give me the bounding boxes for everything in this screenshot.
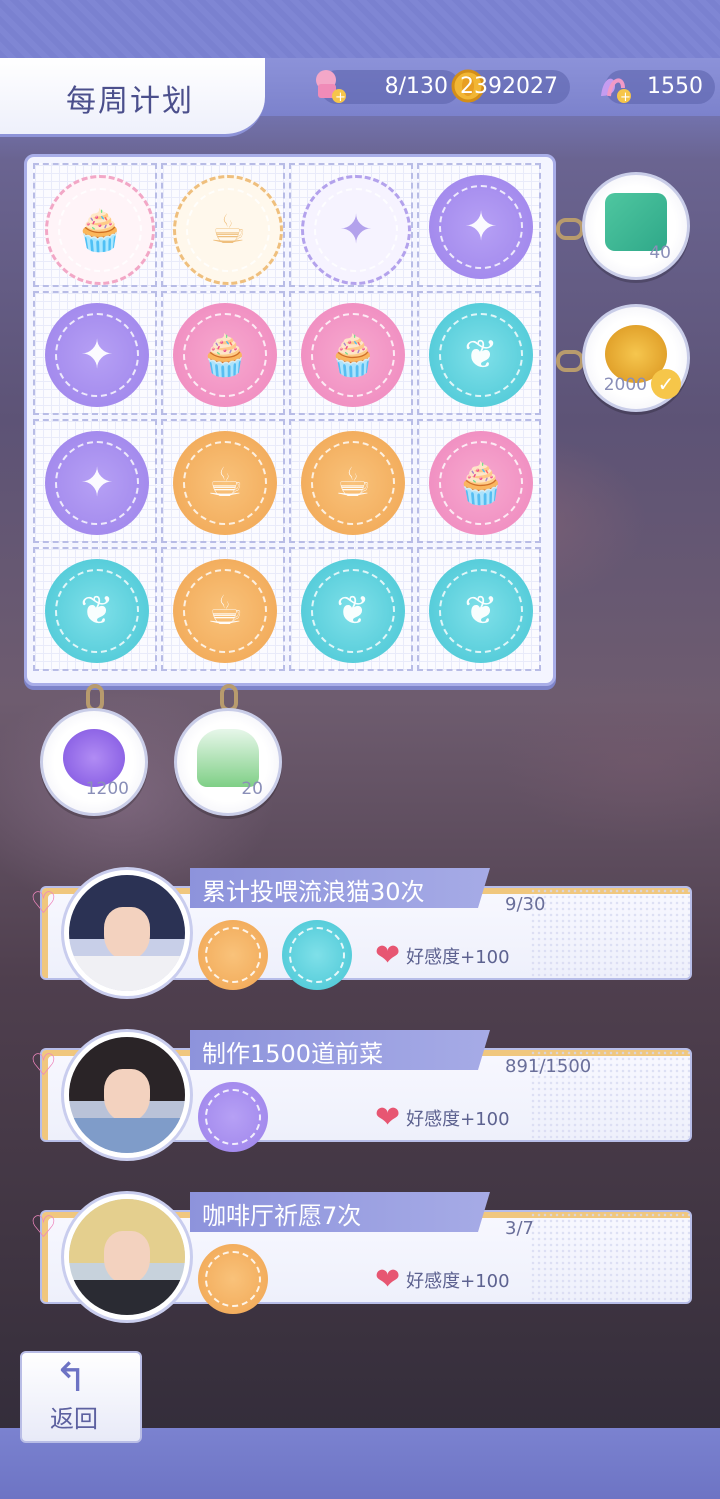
heart-icon: ♡: [30, 1210, 57, 1245]
affection-reward: ❤ 好感度+100: [375, 1262, 510, 1297]
board-cell[interactable]: ☕: [161, 419, 285, 543]
swan-crystal-plus-icon: +: [593, 66, 633, 106]
board-cell[interactable]: ❦: [33, 547, 157, 671]
resource-bar: + 8/130 2392027 + 1550: [230, 58, 720, 116]
row-reward-amount: 40: [649, 243, 671, 263]
board-cell[interactable]: ❦: [417, 547, 541, 671]
board-cell[interactable]: ✦: [417, 163, 541, 287]
avatar: [64, 870, 190, 996]
claimed-check-icon: ✓: [651, 369, 681, 399]
board-cell[interactable]: ☕: [289, 419, 413, 543]
task-name: 制作1500道前菜: [202, 1040, 384, 1068]
coffee-cup-stamp-icon: ☕: [173, 559, 277, 663]
compass-stamp-icon: ✦: [429, 175, 533, 279]
title-tab: 每周计划: [0, 58, 265, 137]
compass-stamp-icon: ✦: [45, 303, 149, 407]
board-cell[interactable]: ☕: [161, 163, 285, 287]
task-progress: 9/30: [505, 894, 546, 915]
compass-stamp-icon: ✦: [301, 175, 411, 285]
affection-reward: ❤ 好感度+100: [375, 1100, 510, 1135]
compass-stamp-icon: [198, 1082, 268, 1152]
swan-stamp-icon: ❦: [45, 559, 149, 663]
col-reward-2[interactable]: 20: [174, 708, 282, 816]
affection-text: 好感度+100: [406, 1108, 510, 1130]
compass-stamp-icon: ✦: [45, 431, 149, 535]
header-bar: + 8/130 2392027 + 1550 每周计划: [0, 58, 720, 137]
resource-swan[interactable]: + 1550: [601, 70, 715, 105]
heart-icon: ❤: [375, 1262, 401, 1297]
board-cell[interactable]: ✦: [289, 163, 413, 287]
heart-icon: ❤: [375, 1100, 401, 1135]
avatar: [64, 1032, 190, 1158]
board-cell[interactable]: ✦: [33, 419, 157, 543]
row-reward-amount: 2000: [603, 375, 647, 395]
coin-count: 2392027: [460, 74, 558, 99]
weekly-bingo-board: 🧁 ☕ ✦ ✦ ✦ 🧁 🧁 ❦ ✦ ☕ ☕ 🧁 ❦ ☕ ❦ ❦: [24, 154, 556, 686]
col-reward-amount: 1200: [85, 779, 129, 799]
heart-icon: ♡: [30, 886, 57, 921]
cupcake-plus-icon: +: [308, 66, 348, 106]
avatar: [64, 1194, 190, 1320]
reward-ring: [556, 350, 584, 372]
coffee-cup-stamp-icon: [198, 1244, 268, 1314]
task-progress: 3/7: [505, 1218, 534, 1239]
task-card[interactable]: ♡ 制作1500道前菜 891/1500 ❤ 好感度+100: [30, 1030, 692, 1158]
heart-icon: ♡: [30, 1048, 57, 1083]
board-cell[interactable]: ✦: [33, 291, 157, 415]
board-cell[interactable]: 🧁: [161, 291, 285, 415]
swan-count: 1550: [647, 74, 703, 99]
cupcake-stamp-icon: 🧁: [429, 431, 533, 535]
cupcake-stamp-icon: 🧁: [173, 303, 277, 407]
back-label: 返回: [50, 1405, 98, 1433]
affection-text: 好感度+100: [406, 1270, 510, 1292]
coffee-cup-stamp-icon: ☕: [173, 175, 283, 285]
task-progress: 891/1500: [505, 1056, 592, 1077]
board-cell[interactable]: ❦: [289, 547, 413, 671]
task-name: 咖啡厅祈愿7次: [202, 1202, 362, 1230]
affection-reward: ❤ 好感度+100: [375, 938, 510, 973]
coffee-cup-stamp-icon: ☕: [301, 431, 405, 535]
task-name: 累计投喂流浪猫30次: [202, 878, 425, 906]
task-card[interactable]: ♡ 累计投喂流浪猫30次 9/30 ❤ 好感度+100: [30, 868, 692, 996]
col-reward-amount: 20: [241, 779, 263, 799]
back-button[interactable]: ↰ 返回: [0, 1345, 190, 1445]
col-reward-1[interactable]: 1200: [40, 708, 148, 816]
row-reward-1[interactable]: 40: [582, 172, 690, 280]
swan-stamp-icon: ❦: [301, 559, 405, 663]
cupcake-stamp-icon: 🧁: [45, 175, 155, 285]
coffee-cup-stamp-icon: [198, 920, 268, 990]
top-stripe: [0, 0, 720, 58]
svg-text:+: +: [620, 90, 631, 105]
page-title: 每周计划: [66, 84, 194, 119]
heart-icon: ❤: [375, 938, 401, 973]
board-cell[interactable]: 🧁: [417, 419, 541, 543]
affection-text: 好感度+100: [406, 946, 510, 968]
board-cell[interactable]: ❦: [417, 291, 541, 415]
row-reward-2[interactable]: 2000 ✓: [582, 304, 690, 412]
resource-coin[interactable]: 2392027: [451, 69, 570, 104]
coffee-cup-stamp-icon: ☕: [173, 431, 277, 535]
board-cell[interactable]: 🧁: [33, 163, 157, 287]
svg-text:+: +: [335, 90, 346, 105]
reward-ring: [556, 218, 584, 240]
swan-stamp-icon: [282, 920, 352, 990]
cupcake-count: 8/130: [384, 74, 448, 99]
task-card[interactable]: ♡ 咖啡厅祈愿7次 3/7 ❤ 好感度+100: [30, 1192, 692, 1320]
board-cell[interactable]: ☕: [161, 547, 285, 671]
return-arrow-icon: ↰: [54, 1355, 88, 1401]
resource-cupcake[interactable]: + 8/130: [316, 70, 460, 105]
board-cell[interactable]: 🧁: [289, 291, 413, 415]
swan-stamp-icon: ❦: [429, 559, 533, 663]
cupcake-stamp-icon: 🧁: [301, 303, 405, 407]
swan-stamp-icon: ❦: [429, 303, 533, 407]
